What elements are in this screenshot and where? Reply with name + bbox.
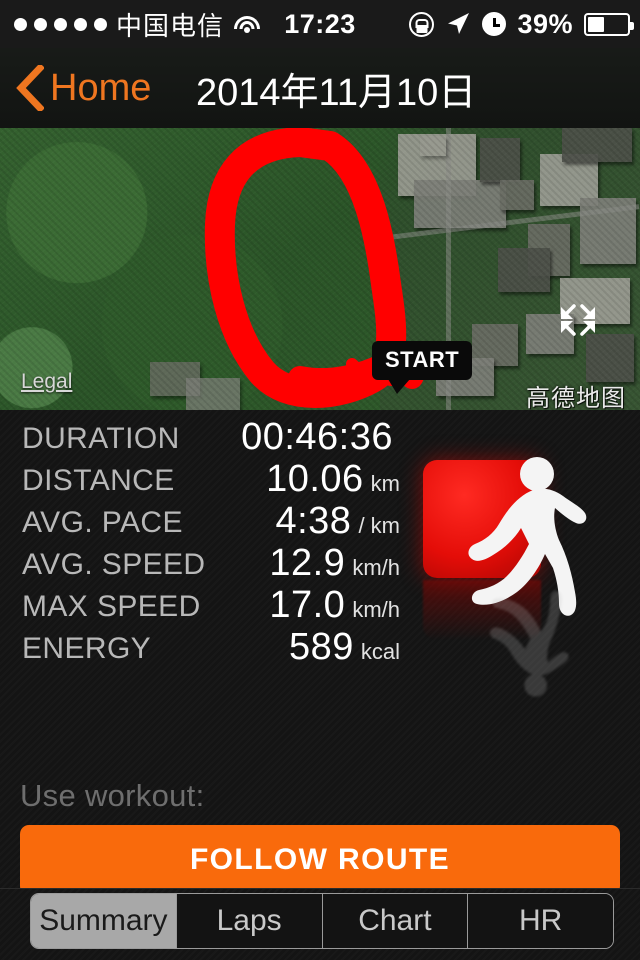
stat-unit: / km <box>358 513 400 538</box>
tab-hr[interactable]: HR <box>468 894 613 948</box>
stat-label: AVG. SPEED <box>22 548 206 581</box>
stat-value: 589 <box>288 626 354 668</box>
stat-unit: km <box>370 471 400 496</box>
runner-reflection <box>489 590 569 697</box>
chevron-left-icon <box>14 65 44 111</box>
stat-label: ENERGY <box>22 632 152 665</box>
location-arrow-icon <box>445 11 471 37</box>
app-screen: 中国电信 17:23 39% Home 2014年11月10日 START Le… <box>0 0 640 960</box>
stat-label: AVG. PACE <box>22 506 183 539</box>
rotation-lock-icon <box>409 11 435 37</box>
follow-route-button[interactable]: FOLLOW ROUTE <box>20 825 620 895</box>
map-view[interactable] <box>0 128 640 410</box>
battery-icon <box>584 12 634 36</box>
stat-unit: km/h <box>352 597 400 622</box>
stat-label: MAX SPEED <box>22 590 201 623</box>
navigation-bar: Home 2014年11月10日 <box>0 48 640 128</box>
tab-summary[interactable]: Summary <box>31 894 177 948</box>
stat-unit: km/h <box>352 555 400 580</box>
back-button-label: Home <box>50 66 152 109</box>
tab-laps[interactable]: Laps <box>176 894 323 948</box>
stat-unit: kcal <box>360 639 400 664</box>
running-man-logo <box>418 452 618 697</box>
status-bar: 中国电信 17:23 39% <box>0 0 640 48</box>
back-button[interactable]: Home <box>14 65 151 111</box>
stat-value: 4:38 <box>275 500 352 542</box>
stat-value: 17.0 <box>269 584 346 626</box>
use-workout-label: Use workout: <box>20 778 205 813</box>
battery-percentage: 39% <box>517 8 573 39</box>
stat-value: 10.06 <box>266 458 364 500</box>
page-title: 2014年11月10日 <box>196 71 477 114</box>
tab-chart[interactable]: Chart <box>322 894 469 948</box>
alarm-clock-icon <box>482 12 507 36</box>
stat-row-energy: ENERGY 589 kcal <box>0 626 400 674</box>
segmented-control: Summary Laps Chart HR <box>30 893 614 949</box>
stat-value: 00:46:36 <box>241 416 393 458</box>
start-marker-label: START <box>372 341 473 394</box>
expand-fullscreen-icon[interactable] <box>556 300 600 345</box>
stat-label: DURATION <box>22 422 180 455</box>
legal-link[interactable]: Legal <box>21 370 72 394</box>
stat-label: DISTANCE <box>22 464 175 497</box>
route-track <box>204 128 424 408</box>
map-attribution: 高德地图 <box>526 385 626 412</box>
stat-value: 12.9 <box>269 542 346 584</box>
status-bar-right: 39% <box>409 8 634 40</box>
